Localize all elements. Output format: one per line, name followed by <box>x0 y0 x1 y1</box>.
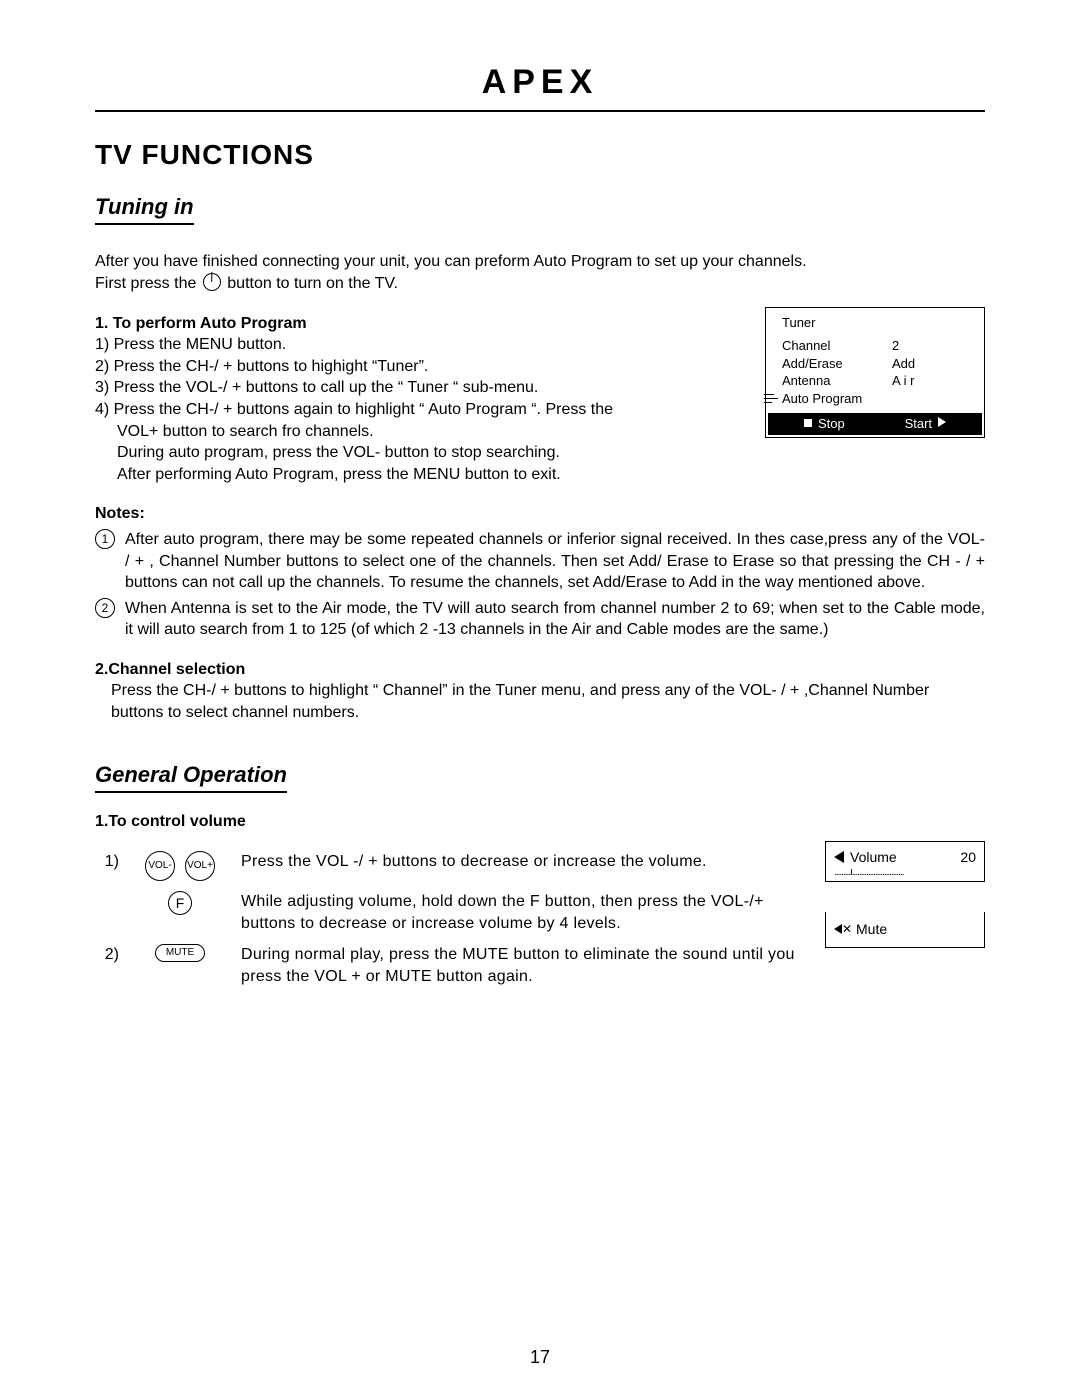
vol-desc-2: During normal play, press the MUTE butto… <box>241 944 805 987</box>
volume-heading: 1.To control volume <box>95 811 985 833</box>
mute-button-icon: MUTE <box>155 944 205 962</box>
osd-volume-label: Volume <box>850 848 897 867</box>
power-icon <box>203 273 221 291</box>
manual-page: APEX TV FUNCTIONS Tuning in After you ha… <box>0 0 1080 1397</box>
osd-volume-box: Volume 20 .........I....................… <box>825 841 985 882</box>
volume-row-2: 2) MUTE During normal play, press the MU… <box>95 944 805 987</box>
intro-line2a: First press the <box>95 275 201 292</box>
header-rule <box>95 110 985 112</box>
step-3: 3) Press the VOL-/ + buttons to call up … <box>95 377 747 399</box>
channel-selection-body: Press the CH-/ + buttons to highlight “ … <box>111 680 985 723</box>
page-number: 17 <box>0 1345 1080 1369</box>
step-1: 1) Press the MENU button. <box>95 334 747 356</box>
mute-icon <box>834 922 850 936</box>
channel-selection-heading: 2.Channel selection <box>95 659 985 681</box>
osd-row-channel: Channel 2 <box>768 337 982 355</box>
step-4: 4) Press the CH-/ + buttons again to hig… <box>95 399 747 485</box>
speaker-icon <box>834 851 844 863</box>
vol-desc-1: Press the VOL -/ + buttons to decrease o… <box>241 851 805 873</box>
osd-mute-box: Mute <box>825 912 985 948</box>
brand-logo: APEX <box>95 60 985 106</box>
osd-stop: Stop <box>804 415 845 433</box>
vol-index-2: 2) <box>95 944 119 966</box>
section-title: TV FUNCTIONS <box>95 136 985 174</box>
notes-heading: Notes: <box>95 503 985 525</box>
osd-tuner-box: Tuner Channel 2 Add/Erase Add Antenna A … <box>765 307 985 438</box>
circled-2-icon: 2 <box>95 598 115 618</box>
intro-paragraph: After you have finished connecting your … <box>95 251 985 294</box>
vol-minus-button-icon: VOL- <box>145 851 175 881</box>
osd-bottom-bar: Stop Start <box>768 413 982 435</box>
note-2-text: When Antenna is set to the Air mode, the… <box>125 598 985 641</box>
circled-1-icon: 1 <box>95 529 115 549</box>
osd-mute-label: Mute <box>856 920 887 939</box>
osd-row-autoprogram: Auto Program <box>768 390 982 408</box>
vol-desc-f: While adjusting volume, hold down the F … <box>241 891 805 934</box>
osd-row-antenna: Antenna A i r <box>768 372 982 390</box>
f-button-icon: F <box>168 891 192 915</box>
osd-volume-bar: .........I............................. <box>834 869 976 877</box>
volume-row-f: F While adjusting volume, hold down the … <box>95 891 805 934</box>
note-1-text: After auto program, there may be some re… <box>125 529 985 594</box>
osd-start: Start <box>905 415 946 433</box>
intro-line2b: button to turn on the TV. <box>227 275 398 292</box>
step-2: 2) Press the CH-/ + buttons to highight … <box>95 356 747 378</box>
subheading-general: General Operation <box>95 760 287 794</box>
auto-program-heading: 1. To perform Auto Program <box>95 313 747 335</box>
vol-index-1: 1) <box>95 851 119 873</box>
note-1: 1 After auto program, there may be some … <box>95 529 985 594</box>
osd-row-adderase: Add/Erase Add <box>768 355 982 373</box>
osd-volume-value: 20 <box>960 848 976 867</box>
osd-tuner-title: Tuner <box>768 314 982 332</box>
note-2: 2 When Antenna is set to the Air mode, t… <box>95 598 985 641</box>
intro-line1: After you have finished connecting your … <box>95 253 807 270</box>
volume-row-1: 1) VOL- VOL+ Press the VOL -/ + buttons … <box>95 851 805 881</box>
subheading-tuning: Tuning in <box>95 192 194 226</box>
auto-program-block: 1. To perform Auto Program 1) Press the … <box>95 301 985 486</box>
vol-plus-button-icon: VOL+ <box>185 851 215 881</box>
